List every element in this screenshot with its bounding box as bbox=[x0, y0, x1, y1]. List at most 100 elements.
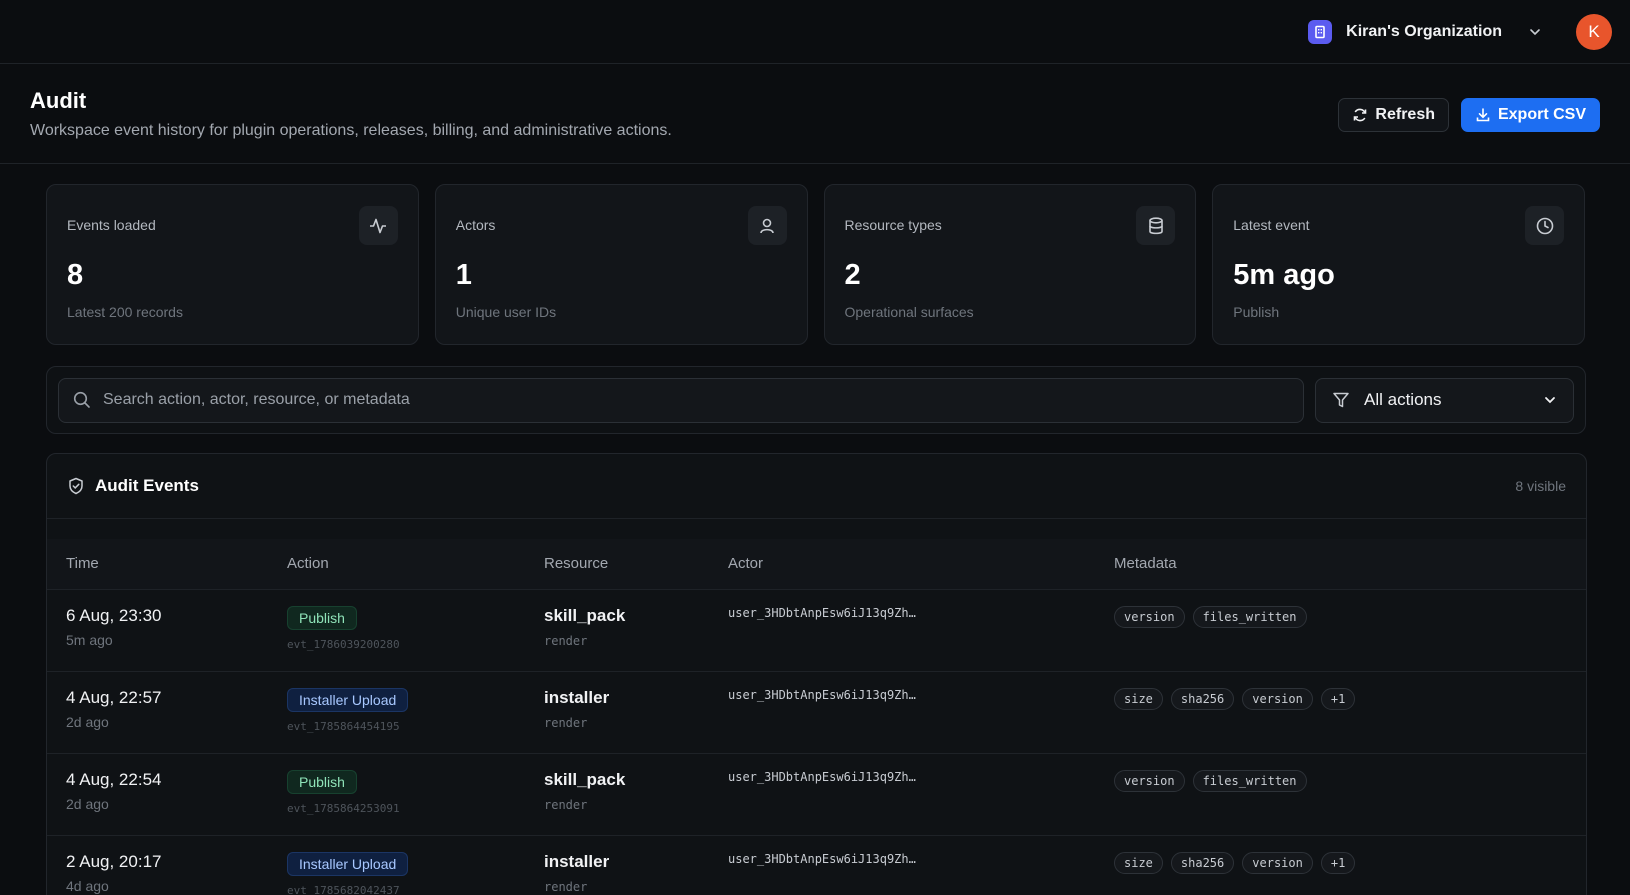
event-relative-time: 2d ago bbox=[66, 795, 109, 812]
chevron-down-icon bbox=[1528, 25, 1542, 39]
org-name: Kiran's Organization bbox=[1346, 22, 1502, 40]
chevron-down-icon bbox=[1543, 393, 1557, 407]
cell-resource: installer render bbox=[525, 835, 709, 895]
actor-id: user_3HDbtAnpEsw6iJ13q9Zh… bbox=[728, 605, 916, 620]
action-filter-select[interactable]: All actions bbox=[1315, 377, 1574, 423]
stat-note: Latest 200 records bbox=[67, 304, 183, 320]
search-icon bbox=[73, 391, 91, 409]
refresh-button[interactable]: Refresh bbox=[1338, 98, 1449, 132]
metadata-chip[interactable]: sha256 bbox=[1170, 851, 1235, 874]
event-time: 6 Aug, 23:30 bbox=[66, 605, 162, 625]
cell-time: 4 Aug, 22:57 2d ago bbox=[47, 671, 268, 753]
export-csv-button[interactable]: Export CSV bbox=[1460, 98, 1600, 132]
metadata-chip[interactable]: sha256 bbox=[1170, 687, 1235, 710]
metadata-chip[interactable]: +1 bbox=[1320, 687, 1356, 710]
stat-card-actors: Actors 1 Unique user IDs bbox=[434, 184, 808, 345]
stat-card-events: Events loaded 8 Latest 200 records bbox=[46, 184, 419, 345]
event-time: 4 Aug, 22:57 bbox=[66, 687, 162, 707]
resource-name: installer bbox=[544, 687, 610, 707]
metadata-chip[interactable]: size bbox=[1114, 687, 1163, 710]
cell-time: 2 Aug, 20:17 4d ago bbox=[47, 835, 268, 895]
action-filter-value: All actions bbox=[1364, 390, 1442, 409]
export-csv-label: Export CSV bbox=[1497, 106, 1586, 123]
column-header-time[interactable]: Time bbox=[47, 539, 268, 589]
event-time: 2 Aug, 20:17 bbox=[66, 851, 162, 871]
stat-label: Resource types bbox=[844, 217, 942, 233]
column-header-action[interactable]: Action bbox=[268, 539, 525, 589]
cell-resource: skill_pack render bbox=[525, 589, 709, 671]
event-relative-time: 4d ago bbox=[66, 877, 109, 894]
action-badge: Installer Upload bbox=[287, 851, 409, 876]
cell-actor: user_3HDbtAnpEsw6iJ13q9Zh… bbox=[709, 753, 1095, 835]
cell-action: Publish evt_1786039200280 bbox=[268, 589, 525, 671]
column-header-resource[interactable]: Resource bbox=[525, 539, 709, 589]
visible-count: 8 visible bbox=[1515, 478, 1566, 494]
table-row[interactable]: 4 Aug, 22:54 2d ago Publish evt_17858642… bbox=[47, 753, 1586, 835]
table-row[interactable]: 4 Aug, 22:57 2d ago Installer Upload evt… bbox=[47, 671, 1586, 753]
cell-actor: user_3HDbtAnpEsw6iJ13q9Zh… bbox=[709, 589, 1095, 671]
metadata-chip[interactable]: version bbox=[1114, 769, 1185, 792]
metadata-chip[interactable]: version bbox=[1114, 605, 1185, 628]
actor-id: user_3HDbtAnpEsw6iJ13q9Zh… bbox=[728, 687, 916, 702]
cell-time: 4 Aug, 22:54 2d ago bbox=[47, 753, 268, 835]
resource-name: skill_pack bbox=[544, 769, 626, 789]
refresh-label: Refresh bbox=[1375, 106, 1435, 123]
cell-resource: skill_pack render bbox=[525, 753, 709, 835]
cell-metadata: size sha256 version +1 bbox=[1095, 671, 1586, 753]
user-icon bbox=[747, 206, 787, 245]
action-badge: Publish bbox=[287, 605, 357, 630]
event-id: evt_1785682042437 bbox=[287, 883, 400, 895]
cell-action: Installer Upload evt_1785682042437 bbox=[268, 835, 525, 895]
cell-action: Installer Upload evt_1785864454195 bbox=[268, 671, 525, 753]
metadata-chip[interactable]: version bbox=[1242, 687, 1313, 710]
audit-events-panel: Audit Events 8 visible Time Action Resou… bbox=[46, 453, 1587, 895]
metadata-chips: version files_written bbox=[1114, 605, 1586, 628]
building-icon bbox=[1308, 19, 1333, 44]
resource-name: skill_pack bbox=[544, 605, 626, 625]
cell-metadata: version files_written bbox=[1095, 589, 1586, 671]
action-badge: Installer Upload bbox=[287, 687, 409, 712]
audit-table: Time Action Resource Actor Metadata 6 Au… bbox=[47, 539, 1586, 895]
stat-value: 2 bbox=[844, 259, 861, 291]
resource-sub: render bbox=[544, 797, 588, 812]
metadata-chip[interactable]: files_written bbox=[1192, 605, 1307, 628]
actor-id: user_3HDbtAnpEsw6iJ13q9Zh… bbox=[728, 851, 916, 866]
table-row[interactable]: 2 Aug, 20:17 4d ago Installer Upload evt… bbox=[47, 835, 1586, 895]
metadata-chip[interactable]: files_written bbox=[1192, 769, 1307, 792]
resource-sub: render bbox=[544, 633, 588, 648]
search-input[interactable]: Search action, actor, resource, or metad… bbox=[58, 377, 1304, 423]
panel-title: Audit Events bbox=[95, 476, 199, 495]
panel-header: Audit Events 8 visible bbox=[47, 454, 1586, 519]
metadata-chip[interactable]: version bbox=[1242, 851, 1313, 874]
top-bar: Kiran's Organization K bbox=[0, 0, 1630, 64]
page-subtitle: Workspace event history for plugin opera… bbox=[30, 122, 672, 139]
action-badge: Publish bbox=[287, 769, 357, 794]
refresh-icon bbox=[1352, 107, 1368, 123]
stat-label: Latest event bbox=[1233, 217, 1310, 233]
database-icon bbox=[1136, 206, 1176, 245]
stat-value: 1 bbox=[455, 259, 472, 291]
cell-resource: installer render bbox=[525, 671, 709, 753]
activity-icon bbox=[358, 206, 398, 245]
stat-note: Publish bbox=[1233, 304, 1280, 320]
event-id: evt_1785864253091 bbox=[287, 801, 400, 815]
resource-sub: render bbox=[544, 715, 588, 730]
cell-metadata: version files_written bbox=[1095, 753, 1586, 835]
column-header-metadata[interactable]: Metadata bbox=[1095, 539, 1586, 589]
column-header-actor[interactable]: Actor bbox=[709, 539, 1095, 589]
panel-spacer bbox=[47, 519, 1586, 539]
metadata-chip[interactable]: size bbox=[1114, 851, 1163, 874]
actor-id: user_3HDbtAnpEsw6iJ13q9Zh… bbox=[728, 769, 916, 784]
event-time: 4 Aug, 22:54 bbox=[66, 769, 162, 789]
org-switcher[interactable]: Kiran's Organization bbox=[1308, 19, 1542, 44]
resource-sub: render bbox=[544, 879, 588, 894]
avatar[interactable]: K bbox=[1576, 13, 1612, 50]
event-relative-time: 2d ago bbox=[66, 713, 109, 730]
stat-note: Unique user IDs bbox=[455, 304, 557, 320]
table-row[interactable]: 6 Aug, 23:30 5m ago Publish evt_17860392… bbox=[47, 589, 1586, 671]
download-icon bbox=[1475, 107, 1491, 123]
metadata-chips: size sha256 version +1 bbox=[1114, 851, 1586, 874]
stat-value: 5m ago bbox=[1233, 259, 1335, 291]
metadata-chip[interactable]: +1 bbox=[1320, 851, 1356, 874]
stat-label: Actors bbox=[455, 217, 496, 233]
